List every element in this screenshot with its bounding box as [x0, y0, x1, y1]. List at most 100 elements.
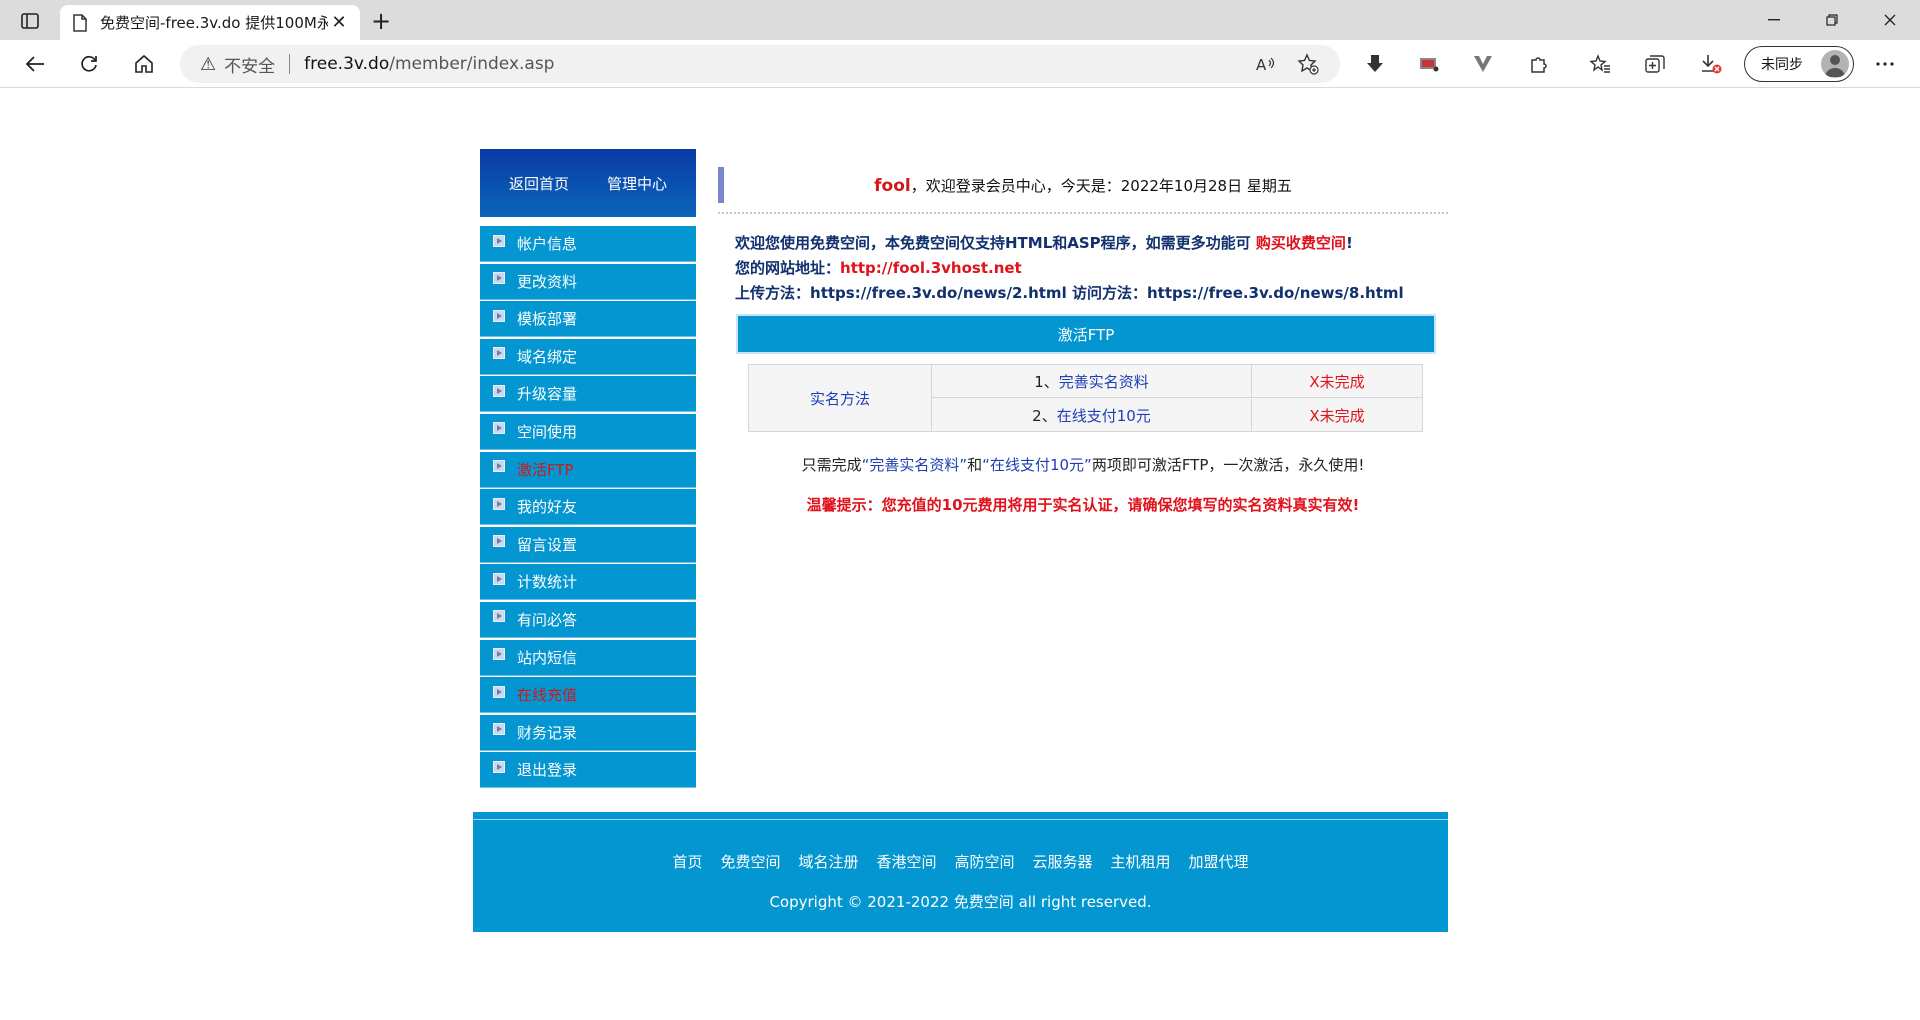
bullet-icon [493, 234, 505, 247]
activate-ftp-header: 激活FTP [736, 314, 1436, 354]
welcome-text: fool，欢迎登录会员中心，今天是：2022年10月28日 星期五 [874, 176, 1292, 196]
restore-icon [1826, 14, 1838, 26]
sidebar-header: 返回首页 管理中心 [480, 149, 696, 217]
collections-icon[interactable] [1638, 48, 1672, 80]
bullet-icon [493, 610, 505, 623]
pay-online-link[interactable]: 在线支付10元 [1057, 405, 1151, 426]
footer-divider [473, 819, 1448, 820]
welcome-bar: fool，欢迎登录会员中心，今天是：2022年10月28日 星期五 [718, 167, 1448, 203]
home-button[interactable] [127, 48, 161, 80]
realname-table: 实名方法 1、 完善实名资料 X未完成 2、 在线支付10元 X未完成 [748, 364, 1423, 432]
extension-screen-icon[interactable] [1412, 48, 1446, 80]
buy-paid-space-link[interactable]: 购买收费空间 [1256, 234, 1346, 252]
tab-actions-button[interactable] [14, 8, 46, 34]
info-line-3: 上传方法：https://free.3v.do/news/2.html 访问方法… [735, 284, 1404, 302]
sidebar-item-qa[interactable]: 有问必答 [480, 601, 696, 638]
security-label: 不安全 [224, 56, 276, 77]
add-favorite-icon[interactable] [1297, 45, 1319, 83]
sidebar-item-counter-stats[interactable]: 计数统计 [480, 564, 696, 601]
bullet-icon [493, 272, 505, 285]
url-text: free.3v.do/member/index.asp [304, 54, 555, 74]
sidebar-item-activate-ftp[interactable]: 激活FTP [480, 451, 696, 488]
read-aloud-icon[interactable]: A [1255, 45, 1277, 83]
sidebar-item-account-info[interactable]: 帐户信息 [480, 226, 696, 262]
upload-method-link[interactable]: https://free.3v.do/news/2.html [810, 284, 1067, 302]
home-icon [135, 54, 153, 73]
dotted-divider [718, 212, 1448, 214]
info-line-2: 您的网站地址：http://fool.3vhost.net [735, 259, 1022, 277]
close-window-button[interactable] [1861, 0, 1919, 40]
info-line-1: 欢迎您使用免费空间，本免费空间仅支持HTML和ASP程序，如需更多功能可 购买收… [735, 234, 1353, 252]
status-badge: X未完成 [1309, 407, 1365, 425]
extension-v-icon[interactable] [1466, 48, 1500, 80]
complete-realname-link[interactable]: 完善实名资料 [1059, 371, 1149, 392]
footer-link-free-space[interactable]: 免费空间 [720, 851, 780, 872]
tab-close-icon[interactable]: ✕ [328, 12, 350, 34]
sidebar-item-message-settings[interactable]: 留言设置 [480, 526, 696, 563]
activation-note: 只需完成“完善实名资料”和“在线支付10元”两项即可激活FTP，一次激活，永久使… [801, 456, 1365, 474]
avatar-icon [1821, 50, 1849, 78]
sidebar-item-upgrade-capacity[interactable]: 升级容量 [480, 376, 696, 413]
web-page: 返回首页 管理中心 帐户信息 更改资料 模板部署 域名绑定 升级容量 空间使用 … [0, 89, 1920, 1020]
footer-link-hosting[interactable]: 主机租用 [1111, 851, 1171, 872]
sidebar-item-logout[interactable]: 退出登录 [480, 752, 696, 789]
downloads-icon[interactable] [1694, 48, 1728, 80]
footer-link-ddos-space[interactable]: 高防空间 [955, 851, 1015, 872]
username: fool [874, 176, 911, 196]
reload-button[interactable] [72, 48, 106, 80]
minimize-button[interactable] [1745, 0, 1803, 40]
back-home-link[interactable]: 返回首页 [509, 173, 569, 194]
warning-icon: ⚠ [200, 53, 217, 75]
minimize-icon [1768, 19, 1780, 21]
footer-link-cloud-server[interactable]: 云服务器 [1033, 851, 1093, 872]
copyright: Copyright © 2021-2022 免费空间 all right res… [769, 893, 1152, 911]
site-url-link[interactable]: http://fool.3vhost.net [840, 259, 1022, 277]
bullet-icon [493, 723, 505, 736]
extensions-puzzle-icon[interactable] [1522, 48, 1556, 80]
bullet-icon [493, 460, 505, 473]
close-icon [1884, 14, 1896, 26]
warm-tip: 温馨提示：您充值的10元费用将用于实名认证，请确保您填写的实名资料真实有效! [806, 496, 1360, 514]
bullet-icon [493, 347, 505, 360]
sidebar-item-template-deploy[interactable]: 模板部署 [480, 301, 696, 338]
footer-links: 首页 免费空间 域名注册 香港空间 高防空间 云服务器 主机租用 加盟代理 [473, 851, 1448, 872]
address-bar[interactable]: ⚠ 不安全 free.3v.do/member/index.asp A [180, 45, 1340, 83]
table-row: 1、 完善实名资料 X未完成 [932, 365, 1422, 398]
browser-tab-active[interactable]: 免费空间-free.3v.do 提供100M永 ✕ [60, 5, 360, 40]
footer-link-agent[interactable]: 加盟代理 [1189, 851, 1249, 872]
realname-method-label: 实名方法 [749, 365, 932, 431]
sidebar-item-edit-profile[interactable]: 更改资料 [480, 263, 696, 300]
sidebar-item-finance-records[interactable]: 财务记录 [480, 714, 696, 751]
arrow-left-icon [25, 56, 44, 72]
address-divider [289, 54, 291, 74]
favorites-icon[interactable] [1583, 48, 1617, 80]
account-info-block: 欢迎您使用免费空间，本免费空间仅支持HTML和ASP程序，如需更多功能可 购买收… [735, 231, 1404, 306]
bullet-icon [493, 309, 505, 322]
back-button[interactable] [18, 48, 52, 80]
bullet-icon [493, 497, 505, 510]
tab-actions-icon [21, 13, 39, 29]
browser-tab-strip: 免费空间-free.3v.do 提供100M永 ✕ + [0, 0, 1920, 40]
admin-center-link[interactable]: 管理中心 [607, 173, 667, 194]
settings-more-icon[interactable] [1868, 48, 1902, 80]
bullet-icon [493, 648, 505, 661]
download-arrow-icon[interactable] [1358, 48, 1392, 80]
sidebar-item-domain-binding[interactable]: 域名绑定 [480, 338, 696, 375]
sidebar-item-site-messages[interactable]: 站内短信 [480, 639, 696, 676]
footer-link-domain[interactable]: 域名注册 [798, 851, 858, 872]
profile-sync-button[interactable]: 未同步 [1744, 46, 1854, 82]
sidebar-item-online-recharge[interactable]: 在线充值 [480, 677, 696, 714]
bullet-icon [493, 685, 505, 698]
sidebar-item-space-usage[interactable]: 空间使用 [480, 413, 696, 450]
visit-method-link[interactable]: https://free.3v.do/news/8.html [1147, 284, 1404, 302]
sidebar-menu: 帐户信息 更改资料 模板部署 域名绑定 升级容量 空间使用 激活FTP 我的好友… [480, 226, 696, 790]
footer-link-hk-space[interactable]: 香港空间 [876, 851, 936, 872]
tab-title: 免费空间-free.3v.do 提供100M永 [100, 14, 328, 32]
sync-label: 未同步 [1761, 57, 1803, 73]
sidebar-item-my-friends[interactable]: 我的好友 [480, 489, 696, 526]
bullet-icon [493, 572, 505, 585]
new-tab-button[interactable]: + [366, 7, 396, 35]
footer-link-home[interactable]: 首页 [672, 851, 702, 872]
restore-button[interactable] [1803, 0, 1861, 40]
table-row: 2、 在线支付10元 X未完成 [932, 399, 1422, 432]
